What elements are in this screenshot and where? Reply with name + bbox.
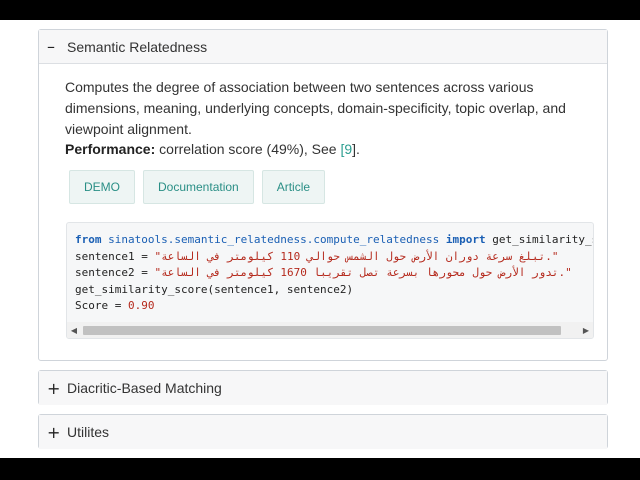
article-button[interactable]: Article: [261, 170, 326, 204]
scroll-left-icon[interactable]: ◀: [67, 322, 81, 338]
page: – Semantic Relatedness Computes the degr…: [0, 20, 640, 458]
code-keyword-from: from: [75, 233, 102, 246]
section-title: Semantic Relatedness: [67, 38, 208, 55]
code-var-sentence1: sentence1 =: [75, 249, 155, 263]
collapse-icon: –: [47, 37, 55, 56]
reference-link[interactable]: [9: [340, 141, 352, 157]
section-title: Utilites: [67, 424, 110, 440]
code-line-4: get_similarity_score(sentence1, sentence…: [75, 282, 354, 296]
code-module: sinatools.semantic_relatedness.compute_r…: [108, 233, 440, 246]
code-line-1: from sinatools.semantic_relatedness.comp…: [75, 233, 593, 246]
performance-text: correlation score (49%), See: [155, 141, 341, 157]
scroll-right-icon[interactable]: ▶: [579, 322, 593, 338]
accordion-header-diacritic-based-matching[interactable]: + Diacritic-Based Matching: [39, 371, 607, 405]
performance-label: Performance:: [65, 141, 156, 157]
reference-number: 9: [344, 141, 353, 157]
expand-icon: +: [47, 422, 61, 442]
code-string-sentence1: "تبلغ سرعة دوران الأرض حول الشمس حوالي 1…: [154, 249, 559, 263]
code-string-sentence2: "تدور الأرض حول محورها بسرعة تصل تقريبا …: [154, 266, 572, 279]
section-title: Diacritic-Based Matching: [67, 380, 222, 396]
accordion-header-utilites[interactable]: + Utilites: [39, 415, 607, 449]
accordion-semantic-relatedness: – Semantic Relatedness Computes the degr…: [38, 29, 608, 361]
section-description: Computes the degree of association betwe…: [65, 79, 566, 137]
expand-icon: +: [47, 378, 61, 398]
reference-close: ].: [352, 141, 360, 157]
accordion-utilites: + Utilites: [38, 414, 608, 449]
code-line-5: Score = 0.90: [75, 299, 154, 312]
scrollbar-thumb[interactable]: [83, 326, 561, 335]
horizontal-scrollbar[interactable]: ◀ ▶: [67, 322, 593, 338]
code-score-label: Score =: [75, 299, 128, 312]
demo-button[interactable]: DEMO: [69, 170, 135, 204]
performance-line: Performance: correlation score (49%), Se…: [65, 141, 360, 157]
code-block[interactable]: from sinatools.semantic_relatedness.comp…: [66, 222, 594, 339]
code-line-3: sentence2 = "تدور الأرض حول محورها بسرعة…: [75, 266, 572, 279]
code-function: get_similarity_score: [492, 233, 593, 246]
accordion-diacritic-based-matching: + Diacritic-Based Matching: [38, 370, 608, 405]
code-keyword-import: import: [445, 233, 486, 246]
accordion-header-semantic-relatedness[interactable]: – Semantic Relatedness: [39, 30, 607, 64]
accordion-body: Computes the degree of association betwe…: [39, 65, 607, 360]
code-lines: from sinatools.semantic_relatedness.comp…: [75, 232, 593, 315]
link-buttons: DEMO Documentation Article: [69, 170, 333, 204]
code-var-sentence2: sentence2 =: [75, 266, 155, 279]
code-score-value: 0.90: [127, 299, 155, 312]
code-line-2: sentence1 = "تبلغ سرعة دوران الأرض حول ا…: [75, 250, 559, 263]
documentation-button[interactable]: Documentation: [143, 170, 254, 204]
